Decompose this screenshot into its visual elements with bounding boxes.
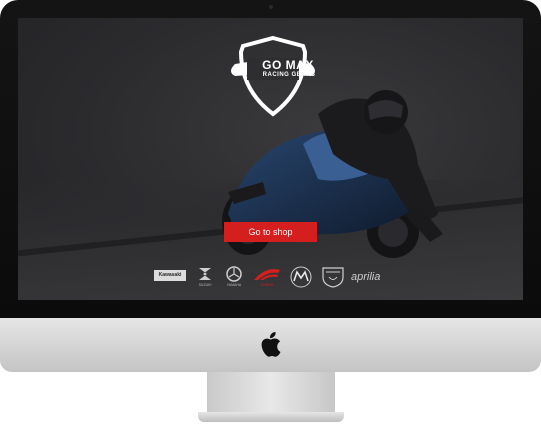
mv-agusta-icon: [290, 266, 312, 288]
yamaha-logo[interactable]: YAMAHA: [223, 266, 245, 288]
yamaha-label: YAMAHA: [226, 283, 242, 287]
kawasaki-logo[interactable]: Kawasaki: [154, 270, 186, 281]
suzuki-label: SUZUKI: [198, 283, 212, 287]
monitor-stand-foot: [198, 412, 344, 422]
camera-icon: [269, 5, 273, 9]
ducati-logo[interactable]: [320, 265, 346, 289]
suzuki-icon: [199, 268, 211, 280]
honda-label: HONDA: [260, 283, 274, 287]
apple-logo-icon: [261, 331, 281, 357]
yamaha-icon: [226, 266, 242, 282]
aprilia-logo[interactable]: aprilia: [351, 270, 391, 284]
honda-logo[interactable]: HONDA: [252, 266, 282, 288]
monitor-stand-neck: [207, 372, 335, 414]
brand-logos: Kawasaki SUZUKI YAMAHA HONDA aprilia: [18, 18, 523, 300]
suzuki-logo[interactable]: SUZUKI: [194, 266, 216, 288]
mv-agusta-logo[interactable]: [289, 265, 313, 289]
website-screen: GO MAX RACING GEARS Go to shop Kawasaki …: [18, 18, 523, 300]
honda-wing-icon: [254, 269, 280, 280]
desktop-monitor: GO MAX RACING GEARS Go to shop Kawasaki …: [0, 0, 541, 428]
monitor-bezel: GO MAX RACING GEARS Go to shop Kawasaki …: [0, 0, 541, 318]
ducati-shield-icon: [322, 267, 344, 288]
